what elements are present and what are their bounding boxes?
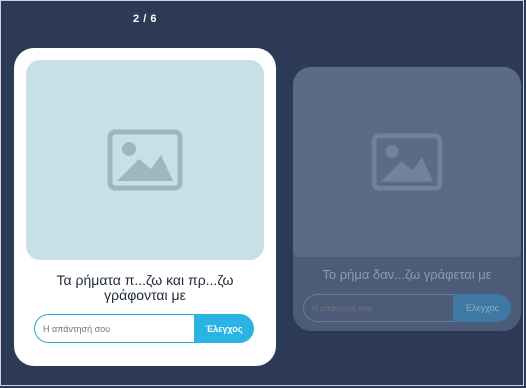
answer-row: Έλεγχος [34, 314, 254, 343]
image-placeholder-icon [371, 133, 443, 191]
question-prompt: Τα ρήματα π...ζω και πρ...ζω γράφονται μ… [56, 272, 234, 303]
answer-input-next [303, 294, 453, 322]
answer-row-next: Έλεγχος [303, 294, 511, 322]
check-button[interactable]: Έλεγχος [194, 314, 254, 343]
question-image [26, 60, 264, 260]
question-card-current: Τα ρήματα π...ζω και πρ...ζω γράφονται μ… [14, 48, 276, 366]
answer-input[interactable] [34, 314, 194, 343]
question-card-next[interactable]: Το ρήμα δαν...ζω γράφεται με Έλεγχος [293, 67, 521, 331]
image-placeholder-icon [107, 129, 183, 191]
progress-counter: 2 / 6 [133, 13, 157, 25]
question-prompt-next: Το ρήμα δαν...ζω γράφεται με [322, 267, 492, 282]
question-image-next [293, 67, 521, 257]
check-button-next: Έλεγχος [453, 294, 511, 322]
